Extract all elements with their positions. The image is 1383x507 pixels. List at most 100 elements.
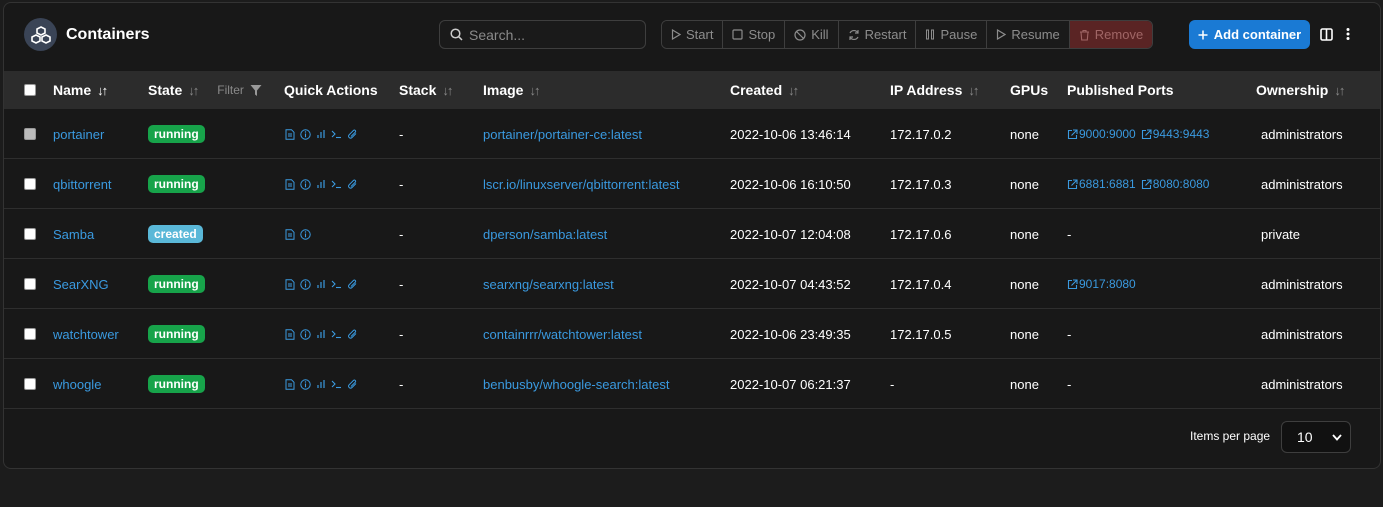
info-icon[interactable] — [300, 328, 311, 340]
row-checkbox[interactable] — [24, 109, 36, 159]
info-icon[interactable] — [300, 378, 311, 390]
more-vertical-icon[interactable] — [1346, 27, 1350, 46]
container-name-link[interactable]: portainer — [53, 109, 104, 159]
container-name-link[interactable]: qbittorrent — [53, 159, 112, 209]
row-checkbox[interactable] — [24, 359, 36, 409]
columns-icon[interactable] — [1320, 28, 1333, 46]
column-name[interactable]: Name ↓↑ — [53, 71, 108, 109]
console-icon[interactable] — [331, 179, 342, 189]
remove-button[interactable]: Remove — [1069, 21, 1153, 48]
items-per-page-select[interactable]: 10 — [1281, 421, 1351, 453]
stats-icon[interactable] — [316, 179, 326, 189]
sort-icon: ↓↑ — [188, 82, 199, 98]
console-icon[interactable] — [331, 379, 342, 389]
row-checkbox[interactable] — [24, 209, 36, 259]
logs-icon[interactable] — [285, 378, 295, 390]
filter-icon[interactable] — [250, 84, 262, 97]
table-row: qbittorrent running - lscr.io/linuxserve… — [4, 159, 1380, 209]
published-port-link[interactable]: 9443:9443 — [1141, 127, 1209, 141]
stats-icon[interactable] — [316, 129, 326, 139]
published-port-link[interactable]: 9000:9000 — [1067, 127, 1136, 141]
start-button[interactable]: Start — [662, 21, 724, 48]
info-icon[interactable] — [300, 228, 311, 240]
console-icon[interactable] — [331, 329, 342, 339]
ip-cell: 172.17.0.4 — [890, 276, 952, 292]
table-header: Name ↓↑ State ↓↑ Filter Quick Actions Stack… — [4, 71, 1380, 109]
pause-button[interactable]: Pause — [916, 21, 988, 48]
image-link[interactable]: lscr.io/linuxserver/qbittorrent:latest — [483, 159, 680, 209]
kill-button[interactable]: Kill — [785, 21, 839, 48]
column-stack[interactable]: Stack ↓↑ — [399, 71, 453, 109]
column-ownership[interactable]: Ownership ↓↑ — [1256, 71, 1345, 109]
ports-empty: - — [1067, 226, 1072, 242]
console-icon[interactable] — [331, 279, 342, 289]
select-all-checkbox[interactable] — [24, 71, 36, 109]
row-checkbox[interactable] — [24, 259, 36, 309]
table-row: portainer running - portainer/portainer-… — [4, 109, 1380, 159]
container-name-link[interactable]: whoogle — [53, 359, 101, 409]
search-box[interactable] — [439, 20, 646, 49]
stop-button[interactable]: Stop — [723, 21, 786, 48]
container-name-link[interactable]: Samba — [53, 209, 94, 259]
column-ip[interactable]: IP Address ↓↑ — [890, 71, 979, 109]
port-label: 6881:6881 — [1079, 177, 1136, 191]
state-cell: running — [148, 259, 205, 309]
logs-icon[interactable] — [285, 228, 295, 240]
column-stack-label: Stack — [399, 82, 437, 98]
status-badge: running — [148, 125, 205, 143]
status-badge: running — [148, 275, 205, 293]
column-created[interactable]: Created ↓↑ — [730, 71, 799, 109]
logs-icon[interactable] — [285, 278, 295, 290]
row-checkbox[interactable] — [24, 159, 36, 209]
attach-icon[interactable] — [347, 129, 358, 140]
image-link[interactable]: searxng/searxng:latest — [483, 259, 614, 309]
image-link[interactable]: dperson/samba:latest — [483, 209, 607, 259]
published-port-link[interactable]: 6881:6881 — [1067, 177, 1136, 191]
gpus-cell: none — [1010, 226, 1039, 242]
sort-icon: ↓↑ — [529, 82, 540, 98]
stats-icon[interactable] — [316, 329, 326, 339]
container-name-link[interactable]: watchtower — [53, 309, 119, 359]
quick-actions — [285, 109, 358, 159]
state-cell: running — [148, 359, 205, 409]
resume-button[interactable]: Resume — [987, 21, 1070, 48]
attach-icon[interactable] — [347, 279, 358, 290]
attach-icon[interactable] — [347, 379, 358, 390]
stack-cell: - — [399, 126, 404, 142]
stats-icon[interactable] — [316, 279, 326, 289]
filter-label[interactable]: Filter — [217, 83, 244, 97]
table-row: Samba created - dperson/samba:latest 202… — [4, 209, 1380, 259]
column-state[interactable]: State ↓↑ Filter — [148, 71, 262, 109]
quick-actions — [285, 259, 358, 309]
logs-icon[interactable] — [285, 328, 295, 340]
info-icon[interactable] — [300, 128, 311, 140]
attach-icon[interactable] — [347, 179, 358, 190]
add-container-button[interactable]: Add container — [1189, 20, 1310, 49]
ports-cell: - — [1067, 309, 1071, 359]
published-port-link[interactable]: 9017:8080 — [1067, 277, 1136, 291]
attach-icon[interactable] — [347, 329, 358, 340]
state-cell: created — [148, 209, 203, 259]
containers-panel: Containers Start Stop Kill — [3, 2, 1381, 469]
console-icon[interactable] — [331, 129, 342, 139]
logs-icon[interactable] — [285, 128, 295, 140]
logs-icon[interactable] — [285, 178, 295, 190]
ownership-cell: administrators — [1261, 176, 1343, 192]
restart-label: Restart — [864, 27, 907, 42]
ban-icon — [794, 28, 806, 41]
column-image[interactable]: Image ↓↑ — [483, 71, 540, 109]
image-link[interactable]: portainer/portainer-ce:latest — [483, 109, 642, 159]
image-link[interactable]: benbusby/whoogle-search:latest — [483, 359, 669, 409]
gpus-cell: none — [1010, 326, 1039, 342]
info-icon[interactable] — [300, 178, 311, 190]
row-checkbox[interactable] — [24, 309, 36, 359]
image-link[interactable]: containrrr/watchtower:latest — [483, 309, 642, 359]
info-icon[interactable] — [300, 278, 311, 290]
restart-button[interactable]: Restart — [838, 21, 917, 48]
published-port-link[interactable]: 8080:8080 — [1141, 177, 1209, 191]
stats-icon[interactable] — [316, 379, 326, 389]
quick-actions — [285, 209, 311, 259]
container-name-link[interactable]: SearXNG — [53, 259, 109, 309]
quick-actions — [285, 309, 358, 359]
search-input[interactable] — [469, 26, 639, 43]
